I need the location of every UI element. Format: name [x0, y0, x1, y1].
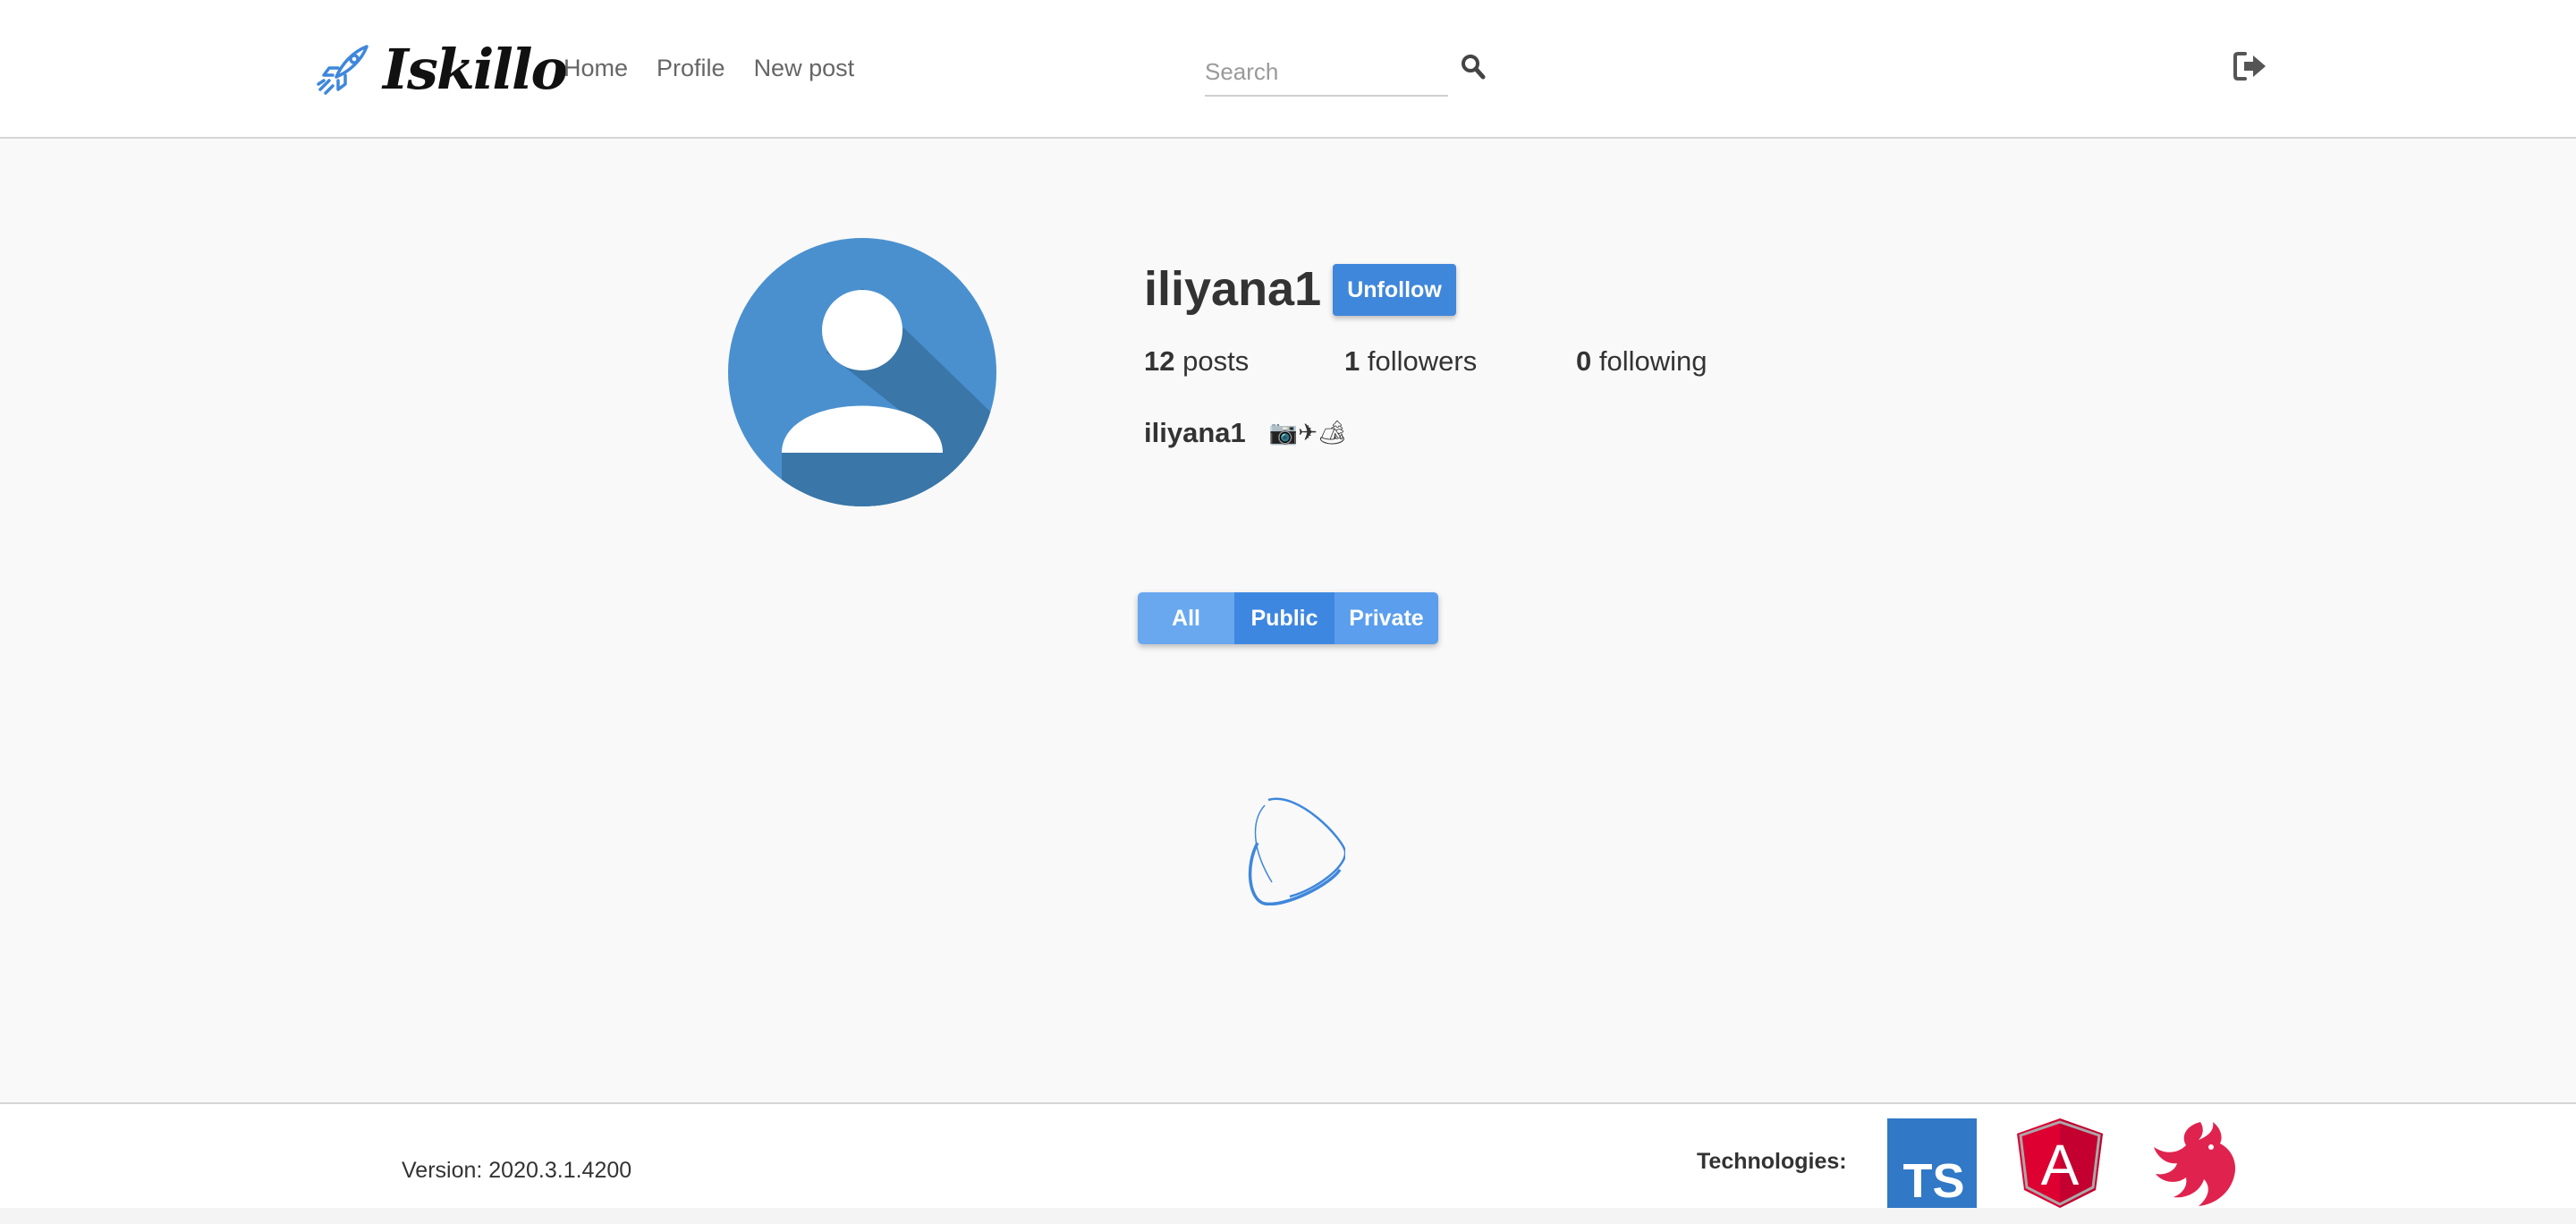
version-text: Version: 2020.3.1.4200: [402, 1158, 632, 1183]
profile-stats: 12 posts 1 followers 0 following: [0, 342, 2576, 381]
filter-all-button[interactable]: All: [1138, 592, 1234, 644]
typescript-logo-icon[interactable]: TS: [1887, 1118, 1977, 1208]
post-filter-group: All Public Private: [1138, 592, 1438, 644]
typescript-badge-text: TS: [1902, 1154, 1964, 1208]
nestjs-logo-icon[interactable]: [2145, 1118, 2238, 1208]
search-input[interactable]: [1205, 50, 1448, 93]
loading-spinner-icon: [1248, 797, 1345, 905]
bio-name: iliyana1: [1144, 417, 1246, 448]
nav-profile-link[interactable]: Profile: [657, 50, 725, 86]
posts-stat: 12 posts: [1144, 342, 1249, 381]
top-navbar: Iskillo Home Profile New post: [0, 0, 2576, 139]
main-nav: Home Profile New post: [564, 50, 854, 86]
bottom-strip: [0, 1208, 2576, 1224]
angular-badge-text: A: [2041, 1133, 2080, 1197]
logout-button[interactable]: [2233, 52, 2268, 82]
unfollow-button[interactable]: Unfollow: [1333, 264, 1456, 316]
followers-count: 1: [1344, 345, 1360, 377]
following-stat[interactable]: 0 following: [1576, 342, 1707, 381]
posts-label: posts: [1182, 345, 1250, 377]
profile-username: iliyana1: [1144, 262, 1322, 316]
search-icon: [1462, 55, 1486, 80]
followers-label: followers: [1367, 345, 1478, 377]
following-label: following: [1598, 345, 1707, 377]
rocket-icon: [317, 45, 369, 95]
filter-public-button[interactable]: Public: [1234, 592, 1335, 644]
angular-logo-icon[interactable]: A: [2017, 1118, 2103, 1208]
followers-stat[interactable]: 1 followers: [1344, 342, 1477, 381]
bio-text: 📷✈🏕: [1268, 420, 1347, 446]
search-field: [1205, 50, 1448, 97]
brand-name: Iskillo: [383, 37, 568, 102]
sign-out-icon: [2233, 52, 2266, 81]
nav-home-link[interactable]: Home: [564, 50, 628, 86]
brand-logo-link[interactable]: Iskillo: [315, 34, 568, 106]
profile-bio: iliyana1 📷✈🏕: [1144, 413, 1347, 453]
following-count: 0: [1576, 345, 1592, 377]
filter-private-button[interactable]: Private: [1335, 592, 1438, 644]
posts-count: 12: [1144, 345, 1175, 377]
nav-new-post-link[interactable]: New post: [754, 50, 855, 86]
technologies-label: Technologies:: [1697, 1149, 1847, 1174]
search-button[interactable]: [1460, 54, 1487, 82]
